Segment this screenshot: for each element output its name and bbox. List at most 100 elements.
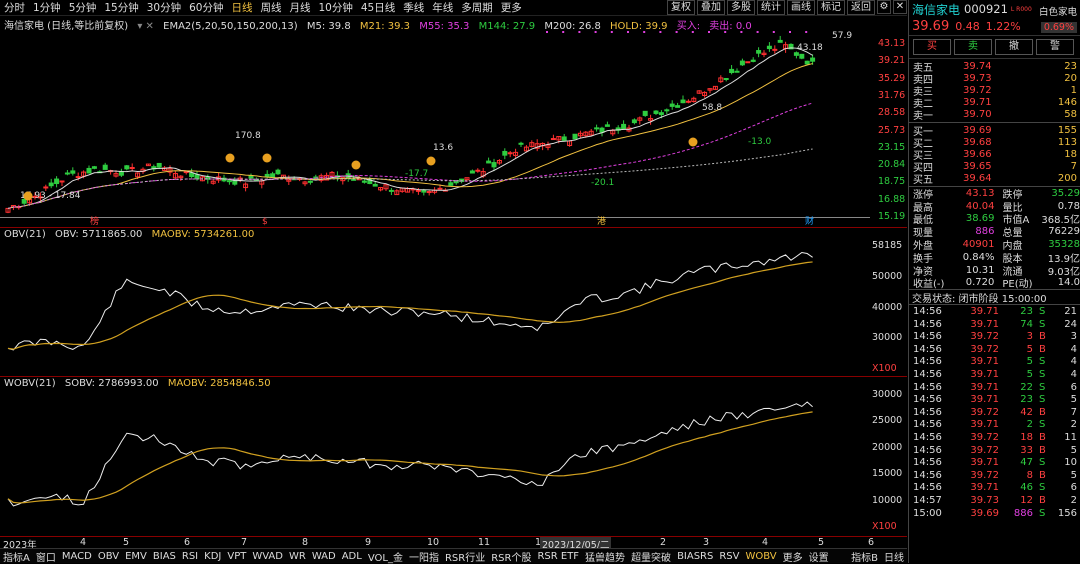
last-price: 39.69 bbox=[912, 19, 950, 34]
stat-value: 368.5亿 bbox=[1041, 215, 1080, 227]
indicator-tab[interactable]: VPT bbox=[224, 551, 249, 562]
trade-row: 14:56 39.71 23 S 5 bbox=[909, 393, 1080, 406]
hold-dot bbox=[578, 31, 581, 33]
timeframe-tab[interactable]: 5分钟 bbox=[65, 0, 101, 15]
timeframe-tab[interactable]: 30分钟 bbox=[143, 0, 185, 15]
timeframe-tab[interactable]: 60分钟 bbox=[185, 0, 227, 15]
book-price[interactable]: 39.71 bbox=[963, 97, 1033, 108]
toolbar-button[interactable]: 统计 bbox=[757, 0, 785, 15]
trade-side: B bbox=[1039, 444, 1046, 456]
indicator-tab[interactable]: 更多 bbox=[780, 549, 806, 564]
indicator-tab[interactable]: RSR行业 bbox=[442, 549, 488, 564]
toolbar-button[interactable]: 标记 bbox=[817, 0, 845, 15]
timeframe-tab[interactable]: 周线 bbox=[257, 0, 286, 15]
trade-volume: 42 bbox=[1020, 406, 1033, 418]
book-price[interactable]: 39.64 bbox=[963, 173, 1033, 184]
toolbar-button[interactable]: 叠加 bbox=[697, 0, 725, 15]
event-marker[interactable]: 财 bbox=[805, 215, 814, 227]
timeframe-tab[interactable]: 更多 bbox=[497, 0, 526, 15]
timeframe-tab[interactable]: 10分钟 bbox=[315, 0, 357, 15]
book-price[interactable]: 39.65 bbox=[963, 161, 1033, 172]
trade-ticks[interactable]: 14:56 39.71 23 S 21 14:56 39.71 74 S 24 14:56 39.72… bbox=[909, 305, 1080, 519]
timeframe-tab[interactable]: 日线 bbox=[228, 0, 257, 15]
indicator-tab[interactable]: MACD bbox=[59, 551, 95, 562]
book-price[interactable]: 39.73 bbox=[963, 73, 1033, 84]
settings-icon[interactable]: ⚙ bbox=[877, 0, 891, 14]
timeframe-tab[interactable]: 45日线 bbox=[357, 0, 399, 15]
toolbar-button[interactable]: 画线 bbox=[787, 0, 815, 15]
indicator-tab[interactable]: KDJ bbox=[201, 551, 224, 562]
timeframe-tab[interactable]: 月线 bbox=[286, 0, 315, 15]
axis-tick: 50000 bbox=[872, 270, 903, 282]
event-marker[interactable]: 榜 bbox=[90, 215, 99, 227]
candle-body bbox=[561, 136, 567, 141]
indicator-tab[interactable]: 窗口 bbox=[33, 549, 59, 564]
timeframe-tab[interactable]: 季线 bbox=[399, 0, 428, 15]
timeframe-tab[interactable]: 分时 bbox=[0, 0, 29, 15]
book-price[interactable]: 39.70 bbox=[963, 109, 1033, 120]
trade-row: 14:56 39.71 5 S 4 bbox=[909, 368, 1080, 381]
trade-side: B bbox=[1039, 331, 1046, 343]
cancel-button[interactable]: 撤 bbox=[995, 39, 1033, 55]
indicator-tab[interactable]: EMV bbox=[122, 551, 150, 562]
trade-price: 39.71 bbox=[970, 369, 999, 381]
indicator-tab[interactable]: BIASRS bbox=[674, 551, 716, 562]
buy-button[interactable]: 买 bbox=[913, 39, 951, 55]
signal-marker[interactable] bbox=[426, 156, 436, 166]
indicator-b-tab[interactable]: 指标B bbox=[848, 549, 881, 564]
trade-volume: 47 bbox=[1020, 457, 1033, 469]
close-icon[interactable]: ✕ bbox=[893, 0, 907, 14]
event-marker[interactable]: 港 bbox=[597, 215, 606, 227]
kline-chart[interactable]: 170.813.658.8-13.0-17.7-20.157.943.1817.… bbox=[0, 28, 870, 228]
trade-price: 39.71 bbox=[970, 306, 999, 318]
signal-marker[interactable] bbox=[23, 191, 33, 201]
book-price[interactable]: 39.69 bbox=[963, 125, 1033, 136]
board-name[interactable]: 白色家电 bbox=[1039, 4, 1077, 18]
toolbar-button[interactable]: 复权 bbox=[667, 0, 695, 15]
indicator-tab[interactable]: BIAS bbox=[150, 551, 179, 562]
signal-marker[interactable] bbox=[351, 160, 361, 170]
signal-marker[interactable] bbox=[225, 153, 235, 163]
wobv-chart[interactable] bbox=[0, 389, 870, 535]
book-price[interactable]: 39.74 bbox=[963, 61, 1033, 72]
toolbar-button[interactable]: 返回 bbox=[847, 0, 875, 15]
indicator-tab[interactable]: WOBV bbox=[743, 551, 780, 562]
indicator-tab[interactable]: RSV bbox=[716, 551, 742, 562]
candle-body bbox=[734, 70, 740, 73]
indicator-tab[interactable]: 猛兽趋势 bbox=[582, 549, 628, 564]
candle-body bbox=[421, 190, 427, 193]
signal-marker[interactable] bbox=[688, 137, 698, 147]
timeframe-tab[interactable]: 年线 bbox=[428, 0, 457, 15]
indicator-tab[interactable]: ADL bbox=[339, 551, 365, 562]
indicator-tab[interactable]: RSI bbox=[179, 551, 201, 562]
book-price[interactable]: 39.72 bbox=[963, 85, 1033, 96]
indicator-tab[interactable]: WVAD bbox=[249, 551, 286, 562]
obv-chart[interactable] bbox=[0, 240, 870, 377]
stats-grid: 涨停 43.13 跌停 35.29 最高 40.04 量比 0.78 最低 38.69 市值A 368… bbox=[909, 187, 1080, 291]
book-price[interactable]: 39.66 bbox=[963, 149, 1033, 160]
book-price[interactable]: 39.68 bbox=[963, 137, 1033, 148]
hold-dot bbox=[659, 31, 662, 33]
indicator-tab[interactable]: WR bbox=[286, 551, 309, 562]
indicator-tab[interactable]: 超量突破 bbox=[628, 549, 674, 564]
indicator-tab[interactable]: 指标A bbox=[0, 549, 33, 564]
indicator-tab[interactable]: RSR ETF bbox=[534, 551, 582, 562]
sell-button[interactable]: 卖 bbox=[954, 39, 992, 55]
indicator-b-tab[interactable]: 日线 bbox=[881, 549, 907, 564]
timeframe-tab[interactable]: 15分钟 bbox=[100, 0, 142, 15]
event-marker[interactable]: $ bbox=[262, 217, 268, 227]
trade-time: 14:56 bbox=[913, 343, 942, 355]
timeframe-tab[interactable]: 多周期 bbox=[457, 0, 497, 15]
signal-marker[interactable] bbox=[262, 153, 272, 163]
indicator-tab[interactable]: VOL_金 bbox=[365, 549, 406, 564]
alert-button[interactable]: 警 bbox=[1036, 39, 1074, 55]
indicator-tab[interactable]: WAD bbox=[309, 551, 339, 562]
indicator-tab[interactable]: OBV bbox=[95, 551, 122, 562]
timeframe-tab[interactable]: 1分钟 bbox=[29, 0, 65, 15]
indicator-tab[interactable]: RSR个股 bbox=[488, 549, 534, 564]
indicator-tab[interactable]: 一阳指 bbox=[406, 549, 442, 564]
toolbar-button[interactable]: 多股 bbox=[727, 0, 755, 15]
indicator-tab[interactable]: 设置 bbox=[806, 549, 832, 564]
candle-body bbox=[372, 183, 378, 187]
trade-count: 4 bbox=[1070, 343, 1077, 355]
